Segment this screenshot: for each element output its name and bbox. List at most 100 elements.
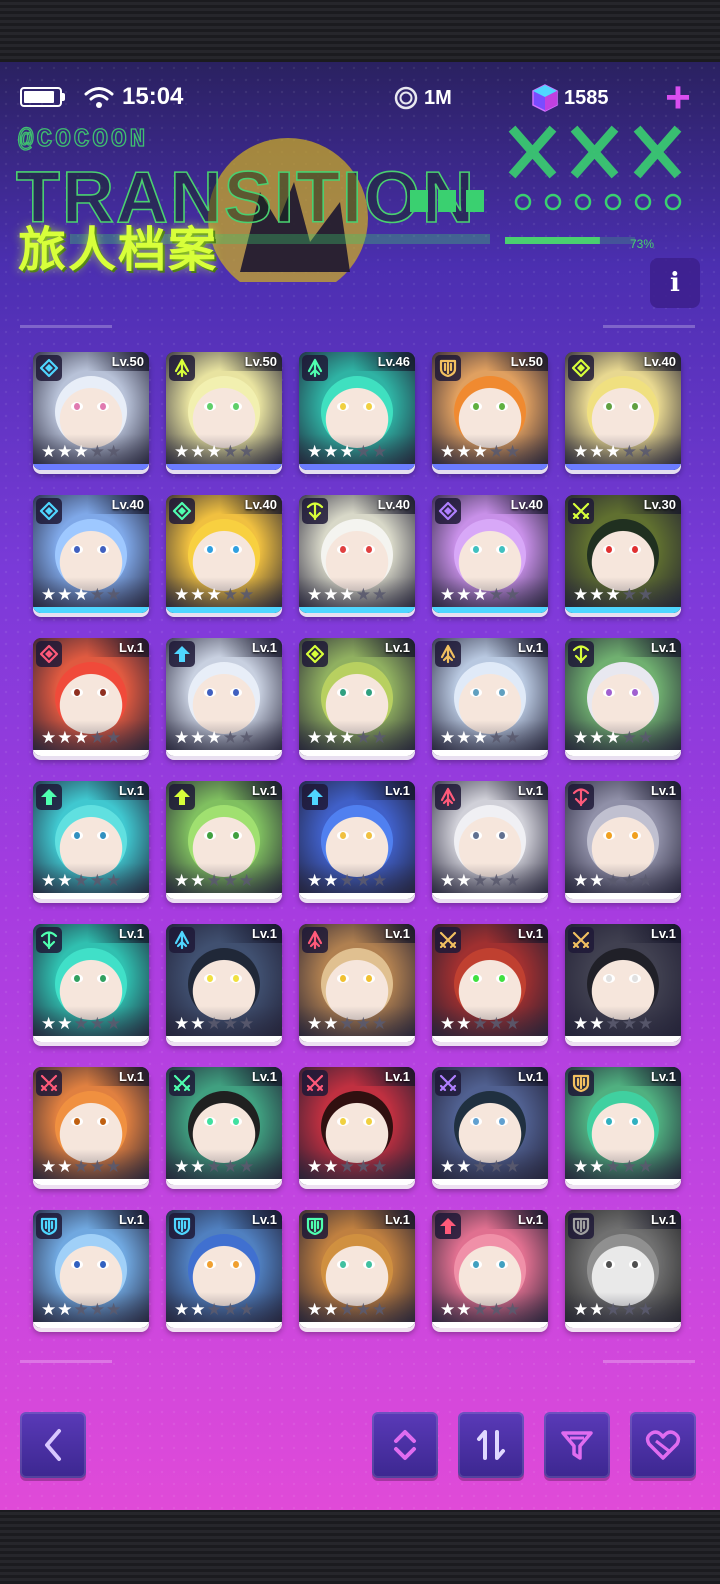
- character-card[interactable]: Lv.1 ★ ★ ★ ★ ★: [565, 638, 681, 756]
- role-icon: [435, 927, 461, 953]
- divider-top-left: [20, 325, 112, 328]
- star-empty-icon: ★: [621, 1157, 637, 1176]
- divider-bottom-right: [603, 1360, 695, 1363]
- back-button[interactable]: [20, 1412, 86, 1478]
- star-filled-icon: ★: [307, 442, 323, 461]
- character-card[interactable]: Lv.1 ★ ★ ★ ★ ★: [432, 1067, 548, 1185]
- character-eye: [97, 402, 109, 411]
- character-eye: [363, 974, 375, 983]
- role-icon: [568, 927, 594, 953]
- star-empty-icon: ★: [355, 442, 371, 461]
- role-icon: [302, 641, 328, 667]
- character-card[interactable]: Lv.50 ★ ★ ★ ★ ★: [432, 352, 548, 470]
- star-filled-icon: ★: [57, 585, 73, 604]
- back-icon: [45, 1429, 61, 1461]
- character-card[interactable]: Lv.1 ★ ★ ★ ★ ★: [166, 638, 282, 756]
- sort-button[interactable]: [458, 1412, 524, 1478]
- character-card[interactable]: Lv.1 ★ ★ ★ ★ ★: [299, 638, 415, 756]
- star-filled-icon: ★: [440, 1157, 456, 1176]
- character-eye: [603, 974, 615, 983]
- role-icon: [302, 355, 328, 381]
- character-eye: [230, 831, 242, 840]
- star-empty-icon: ★: [106, 1014, 122, 1033]
- character-card[interactable]: Lv.30 ★ ★ ★ ★ ★: [565, 495, 681, 613]
- character-eye: [629, 1117, 641, 1126]
- character-eye: [496, 1117, 508, 1126]
- card-rarity-rim: [166, 464, 282, 470]
- star-empty-icon: ★: [355, 1014, 371, 1033]
- character-card[interactable]: Lv.1 ★ ★ ★ ★ ★: [432, 638, 548, 756]
- character-card[interactable]: Lv.40 ★ ★ ★ ★ ★: [166, 495, 282, 613]
- character-level: Lv.1: [517, 1212, 543, 1227]
- character-card[interactable]: Lv.1 ★ ★ ★ ★ ★: [33, 638, 149, 756]
- card-rarity-rim: [299, 464, 415, 470]
- character-card[interactable]: Lv.40 ★ ★ ★ ★ ★: [565, 352, 681, 470]
- character-card[interactable]: Lv.46 ★ ★ ★ ★ ★: [299, 352, 415, 470]
- character-card[interactable]: Lv.1 ★ ★ ★ ★ ★: [565, 1210, 681, 1328]
- character-card[interactable]: Lv.40 ★ ★ ★ ★ ★: [33, 495, 149, 613]
- star-filled-icon: ★: [323, 871, 339, 890]
- star-filled-icon: ★: [206, 728, 222, 747]
- character-card[interactable]: Lv.40 ★ ★ ★ ★ ★: [432, 495, 548, 613]
- character-eye: [470, 1117, 482, 1126]
- character-card[interactable]: Lv.1 ★ ★ ★ ★ ★: [166, 1210, 282, 1328]
- character-eye: [337, 688, 349, 697]
- character-card[interactable]: Lv.50 ★ ★ ★ ★ ★: [166, 352, 282, 470]
- role-icon: [36, 927, 62, 953]
- filter-button[interactable]: [544, 1412, 610, 1478]
- star-rating: ★ ★ ★ ★ ★: [440, 586, 520, 603]
- star-empty-icon: ★: [505, 871, 521, 890]
- star-filled-icon: ★: [41, 1300, 57, 1319]
- character-card[interactable]: Lv.1 ★ ★ ★ ★ ★: [565, 781, 681, 899]
- coin-counter[interactable]: 1M: [394, 84, 452, 112]
- star-empty-icon: ★: [355, 728, 371, 747]
- character-card[interactable]: Lv.1 ★ ★ ★ ★ ★: [166, 924, 282, 1042]
- star-rating: ★ ★ ★ ★ ★: [307, 1301, 387, 1318]
- character-eye: [230, 1117, 242, 1126]
- character-card[interactable]: Lv.1 ★ ★ ★ ★ ★: [299, 1210, 415, 1328]
- star-filled-icon: ★: [440, 728, 456, 747]
- character-card[interactable]: Lv.1 ★ ★ ★ ★ ★: [166, 1067, 282, 1185]
- gem-counter[interactable]: 1585: [532, 84, 609, 112]
- card-rarity-rim: [432, 1179, 548, 1185]
- character-card[interactable]: Lv.1 ★ ★ ★ ★ ★: [166, 781, 282, 899]
- star-filled-icon: ★: [339, 728, 355, 747]
- star-rating: ★ ★ ★ ★ ★: [573, 443, 653, 460]
- card-rarity-rim: [166, 607, 282, 613]
- card-rarity-rim: [565, 607, 681, 613]
- star-rating: ★ ★ ★ ★ ★: [307, 872, 387, 889]
- card-rarity-rim: [565, 1036, 681, 1042]
- star-filled-icon: ★: [589, 728, 605, 747]
- character-card[interactable]: Lv.1 ★ ★ ★ ★ ★: [565, 924, 681, 1042]
- character-card[interactable]: Lv.1 ★ ★ ★ ★ ★: [299, 1067, 415, 1185]
- character-card[interactable]: Lv.1 ★ ★ ★ ★ ★: [33, 1210, 149, 1328]
- star-filled-icon: ★: [573, 871, 589, 890]
- star-rating: ★ ★ ★ ★ ★: [41, 586, 121, 603]
- character-card[interactable]: Lv.1 ★ ★ ★ ★ ★: [33, 1067, 149, 1185]
- character-card[interactable]: Lv.1 ★ ★ ★ ★ ★: [299, 924, 415, 1042]
- character-card[interactable]: Lv.1 ★ ★ ★ ★ ★: [33, 924, 149, 1042]
- star-filled-icon: ★: [57, 1157, 73, 1176]
- star-empty-icon: ★: [89, 1300, 105, 1319]
- character-card[interactable]: Lv.50 ★ ★ ★ ★ ★: [33, 352, 149, 470]
- character-card[interactable]: Lv.1 ★ ★ ★ ★ ★: [565, 1067, 681, 1185]
- star-empty-icon: ★: [605, 1157, 621, 1176]
- add-gems-button[interactable]: +: [658, 76, 698, 120]
- star-filled-icon: ★: [456, 1300, 472, 1319]
- character-card[interactable]: Lv.1 ★ ★ ★ ★ ★: [299, 781, 415, 899]
- character-card[interactable]: Lv.1 ★ ★ ★ ★ ★: [432, 1210, 548, 1328]
- character-card[interactable]: Lv.40 ★ ★ ★ ★ ★: [299, 495, 415, 613]
- star-filled-icon: ★: [57, 728, 73, 747]
- info-button[interactable]: i: [650, 258, 700, 308]
- favorite-button[interactable]: [630, 1412, 696, 1478]
- character-card[interactable]: Lv.1 ★ ★ ★ ★ ★: [33, 781, 149, 899]
- character-card[interactable]: Lv.1 ★ ★ ★ ★ ★: [432, 924, 548, 1042]
- star-filled-icon: ★: [440, 871, 456, 890]
- character-level: Lv.1: [118, 640, 144, 655]
- sort-order-button[interactable]: [372, 1412, 438, 1478]
- star-filled-icon: ★: [323, 1300, 339, 1319]
- character-eye: [204, 1260, 216, 1269]
- character-card[interactable]: Lv.1 ★ ★ ★ ★ ★: [432, 781, 548, 899]
- star-rating: ★ ★ ★ ★ ★: [174, 1158, 254, 1175]
- character-eye: [496, 688, 508, 697]
